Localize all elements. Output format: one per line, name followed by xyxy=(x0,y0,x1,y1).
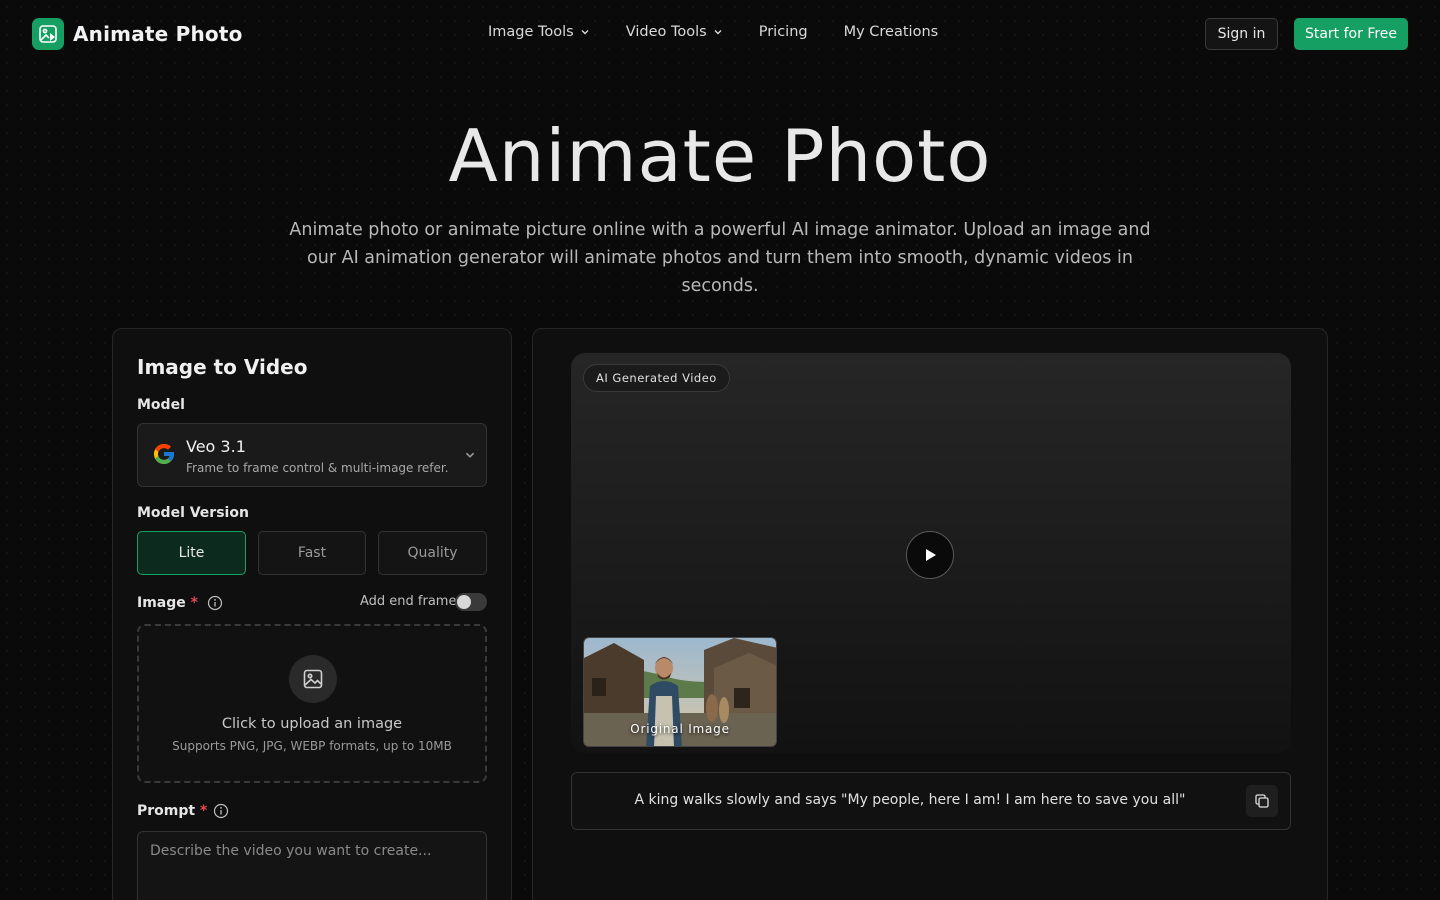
top-navbar: Animate Photo Image Tools Video Tools Pr… xyxy=(0,0,1440,68)
model-label: Model xyxy=(137,397,185,413)
nav-my-creations[interactable]: My Creations xyxy=(844,24,939,40)
google-logo-icon xyxy=(154,444,174,464)
image-to-video-form: Image to Video Model Veo 3.1 Frame to fr… xyxy=(112,328,512,900)
version-lite-button[interactable]: Lite xyxy=(137,531,246,575)
play-icon xyxy=(926,549,936,561)
nav-pricing[interactable]: Pricing xyxy=(759,24,808,40)
image-icon xyxy=(289,655,337,703)
add-end-frame-toggle[interactable] xyxy=(455,593,487,611)
copy-icon xyxy=(1255,794,1269,808)
image-upload-dropzone[interactable]: Click to upload an image Supports PNG, J… xyxy=(137,624,487,783)
nav-video-tools[interactable]: Video Tools xyxy=(626,24,723,40)
main-nav: Image Tools Video Tools Pricing My Creat… xyxy=(488,24,938,40)
version-fast-button[interactable]: Fast xyxy=(258,531,366,575)
chevron-down-icon xyxy=(581,30,589,35)
image-label: Image * xyxy=(137,595,198,611)
prompt-label: Prompt * xyxy=(137,803,207,819)
info-icon[interactable] xyxy=(207,595,223,611)
model-name: Veo 3.1 xyxy=(186,437,246,456)
play-button[interactable] xyxy=(906,531,954,579)
prompt-placeholder: Describe the video you want to create... xyxy=(150,843,432,859)
example-prompt-box: A king walks slowly and says "My people,… xyxy=(571,772,1291,830)
brand-name: Animate Photo xyxy=(73,22,243,46)
model-description: Frame to frame control & multi-image ref… xyxy=(186,461,448,475)
prompt-textarea[interactable]: Describe the video you want to create... xyxy=(137,831,487,900)
animate-photo-logo-icon xyxy=(32,18,64,50)
original-image-thumbnail[interactable]: Original Image xyxy=(583,637,777,747)
required-mark: * xyxy=(190,595,198,611)
nav-video-tools-label: Video Tools xyxy=(625,24,707,40)
upload-subtitle: Supports PNG, JPG, WEBP formats, up to 1… xyxy=(172,739,452,753)
toggle-knob xyxy=(457,595,471,609)
nav-image-tools-label: Image Tools xyxy=(488,24,574,40)
brand-link[interactable]: Animate Photo xyxy=(32,18,243,50)
preview-panel: AI Generated Video Original Image A king… xyxy=(532,328,1328,900)
start-for-free-button[interactable]: Start for Free xyxy=(1294,18,1408,50)
upload-title: Click to upload an image xyxy=(221,716,403,732)
nav-my-creations-label: My Creations xyxy=(843,24,939,40)
sign-in-button[interactable]: Sign in xyxy=(1205,18,1278,50)
nav-pricing-label: Pricing xyxy=(758,24,808,40)
original-image-label: Original Image xyxy=(630,722,730,736)
copy-prompt-button[interactable] xyxy=(1246,785,1278,817)
prompt-label-text: Prompt xyxy=(137,803,196,819)
example-prompt-text: A king walks slowly and says "My people,… xyxy=(634,792,1186,808)
video-player[interactable]: AI Generated Video Original Image xyxy=(571,353,1291,753)
image-label-text: Image xyxy=(137,595,186,611)
chevron-down-icon xyxy=(714,30,722,35)
required-mark: * xyxy=(199,803,208,819)
chevron-down-icon xyxy=(465,452,475,458)
model-version-label: Model Version xyxy=(137,505,249,521)
ai-generated-video-badge: AI Generated Video xyxy=(583,364,730,392)
version-quality-button[interactable]: Quality xyxy=(378,531,487,575)
info-icon[interactable] xyxy=(213,803,229,819)
model-select[interactable]: Veo 3.1 Frame to frame control & multi-i… xyxy=(137,423,487,487)
nav-image-tools[interactable]: Image Tools xyxy=(488,24,590,40)
add-end-frame-label: Add end frame xyxy=(360,594,457,609)
form-title: Image to Video xyxy=(137,355,308,379)
page-subtitle: Animate photo or animate picture online … xyxy=(289,220,1151,296)
page-title: Animate Photo xyxy=(448,114,992,198)
